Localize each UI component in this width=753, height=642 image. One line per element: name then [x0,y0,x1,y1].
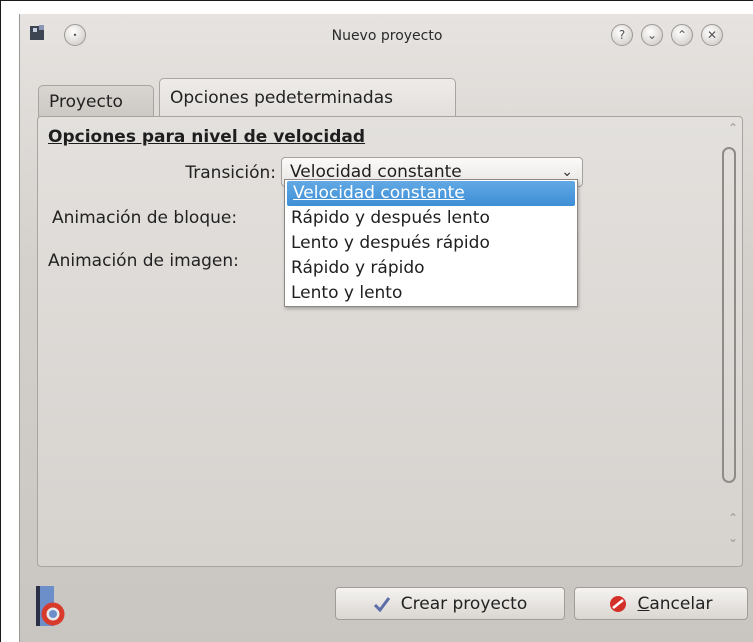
scroll-up-icon[interactable]: ⌃ [728,121,738,135]
cancel-button[interactable]: Cancelar [574,587,748,620]
screen-border-left [0,0,1,642]
section-title: Opciones para nivel de velocidad [48,127,366,147]
dropdown-option[interactable]: Velocidad constante [287,181,575,206]
tab-opciones-predeterminadas[interactable]: Opciones pedeterminadas [159,78,456,117]
chevron-up-icon: ⌃ [676,28,688,42]
tab-proyecto[interactable]: Proyecto [38,85,154,117]
scrollbar-handle[interactable] [722,147,736,483]
cancel-icon [610,595,627,612]
help-button[interactable]: ? [611,24,633,46]
dropdown-option[interactable]: Rápido y rápido [285,256,577,281]
scroll-up-icon[interactable]: ⌃ [728,511,738,525]
checkmark-icon [373,596,390,612]
maximize-button[interactable]: ⌃ [671,24,693,46]
scroll-down-icon[interactable]: ⌄ [728,531,738,545]
chevron-down-icon: ⌄ [561,164,573,180]
cancel-label: Cancelar [637,593,713,614]
lifebuoy-icon [36,586,65,626]
minimize-button[interactable]: ⌄ [641,24,663,46]
close-button[interactable]: ✕ [701,24,723,46]
question-icon: ? [618,28,626,42]
close-icon: ✕ [706,28,718,42]
image-animation-label: Animación de imagen: [48,251,239,271]
chevron-down-icon: ⌄ [646,28,658,42]
title-bar[interactable]: • Nuevo proyecto ? ⌄ ⌃ ✕ [20,14,753,60]
dropdown-option[interactable]: Lento y lento [285,281,577,306]
transition-dropdown-list[interactable]: Velocidad constante Rápido y después len… [284,179,578,307]
dropdown-option[interactable]: Rápido y después lento [285,206,577,231]
dialog-window: • Nuevo proyecto ? ⌄ ⌃ ✕ Proyecto Opcion… [19,14,753,642]
create-project-label: Crear proyecto [400,593,528,614]
create-project-button[interactable]: Crear proyecto [335,587,565,620]
dropdown-option[interactable]: Lento y después rápido [285,231,577,256]
transition-label: Transición: [185,163,276,183]
screen-border-top [0,0,753,1]
block-animation-label: Animación de bloque: [52,208,238,228]
